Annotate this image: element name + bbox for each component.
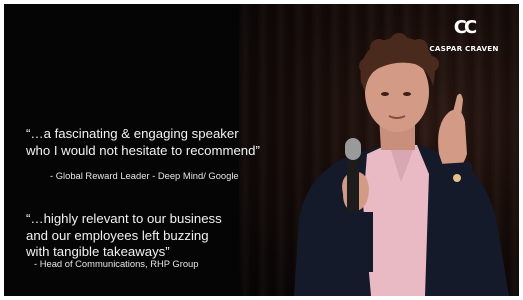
testimonial-quote-1: “…a fascinating & engaging speaker who I…: [26, 126, 316, 159]
quote-1-line-2: who I would not hesitate to recommend”: [26, 142, 260, 158]
quote-2-line-2: and our employees left buzzing: [26, 227, 209, 243]
video-frame: CC CASPAR CRAVEN “…a fascinating & engag…: [4, 4, 519, 296]
testimonial-quote-2: “…highly relevant to our business and ou…: [26, 211, 276, 261]
quote-1-line-1: “…a fascinating & engaging speaker: [26, 126, 239, 141]
caspar-craven-logo: CC CASPAR CRAVEN: [419, 17, 509, 54]
testimonial-attribution-2: - Head of Communications, RHP Group: [34, 258, 199, 269]
quote-2-line-1: “…highly relevant to our business: [26, 211, 222, 226]
brand-name: CASPAR CRAVEN: [429, 44, 499, 53]
cc-logo-mark: CC: [453, 17, 477, 38]
testimonial-attribution-1: - Global Reward Leader - Deep Mind/ Goog…: [50, 170, 239, 181]
